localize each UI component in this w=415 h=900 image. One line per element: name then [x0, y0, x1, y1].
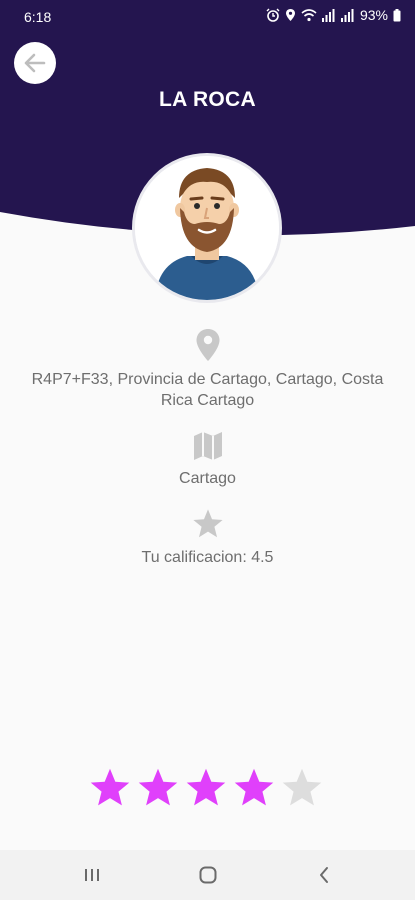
status-icons: 93% — [266, 7, 401, 23]
battery-icon — [393, 8, 401, 21]
status-bar: 6:18 93% — [0, 0, 415, 34]
city-section: Cartago — [0, 430, 415, 489]
page-title: LA ROCA — [159, 88, 256, 111]
rating-input — [88, 766, 328, 810]
back-chevron-icon — [320, 867, 328, 883]
back-button[interactable] — [14, 42, 56, 84]
battery-percent: 93% — [359, 7, 388, 23]
star-icon — [192, 509, 223, 538]
rating-star-2-icon[interactable] — [136, 766, 180, 810]
city-text: Cartago — [179, 470, 236, 487]
signal-icon — [321, 8, 335, 22]
recent-apps-icon — [85, 869, 99, 881]
status-time: 6:18 — [24, 9, 52, 25]
signal-icon-2 — [340, 8, 354, 22]
address-section: R4P7+F33, Provincia de Cartago, Cartago,… — [0, 328, 415, 411]
location-status-icon — [285, 9, 295, 21]
navigation-bar — [0, 850, 415, 900]
rating-star-4-icon[interactable] — [232, 766, 276, 810]
home-button[interactable] — [190, 862, 226, 888]
rating-summary-section: Tu calificacion: 4.5 — [0, 508, 415, 568]
home-icon — [199, 866, 217, 884]
location-pin-icon — [196, 329, 219, 361]
rating-star-5-icon[interactable] — [280, 766, 324, 810]
alarm-icon — [266, 8, 280, 22]
map-icon — [193, 432, 222, 460]
rating-star-3-icon[interactable] — [184, 766, 228, 810]
arrow-left-icon — [24, 53, 46, 73]
recent-apps-button[interactable] — [74, 862, 110, 888]
wifi-icon — [301, 8, 317, 21]
rating-star-1-icon[interactable] — [88, 766, 132, 810]
rating-text: Tu calificacion: 4.5 — [141, 549, 274, 566]
bearded-man-avatar-icon — [135, 156, 279, 300]
system-back-button[interactable] — [306, 862, 342, 888]
address-text: R4P7+F33, Provincia de Cartago, Cartago,… — [31, 371, 384, 409]
avatar — [132, 153, 282, 303]
